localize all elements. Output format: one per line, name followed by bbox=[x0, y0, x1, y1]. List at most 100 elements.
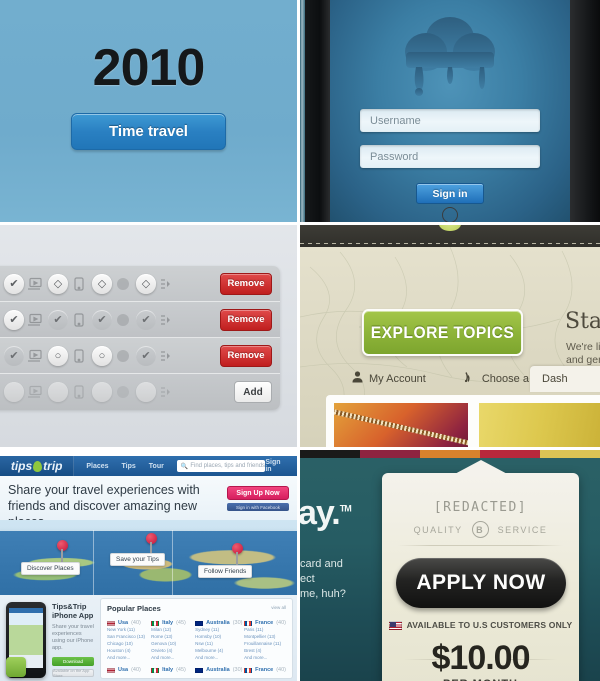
country-row[interactable]: France (40) bbox=[244, 620, 286, 626]
city-item[interactable]: San Francisco (13) bbox=[107, 634, 148, 640]
signup-button[interactable]: Sign Up Now bbox=[227, 486, 289, 500]
city-item[interactable]: Melbourne (4) bbox=[195, 648, 241, 654]
utility-links: My Account Choose a Feed bbox=[352, 371, 557, 386]
download-button[interactable]: Download bbox=[52, 657, 94, 666]
toggle-off[interactable]: ○ bbox=[92, 345, 112, 366]
toggle-on[interactable]: ✔ bbox=[4, 345, 24, 366]
nav-item-tour[interactable]: Tour bbox=[149, 463, 164, 470]
map-tag-discover[interactable]: Discover Places bbox=[21, 562, 80, 575]
city-item[interactable]: Houston (4) bbox=[107, 648, 148, 654]
country-row[interactable]: Italy (45) bbox=[151, 667, 192, 673]
add-button[interactable]: Add bbox=[234, 381, 272, 403]
city-item[interactable]: And more... bbox=[244, 655, 286, 661]
country-row[interactable]: Usa (40) bbox=[107, 620, 148, 626]
screen-icon bbox=[27, 312, 43, 328]
toggle-on[interactable]: ✔ bbox=[136, 309, 156, 330]
screen-icon bbox=[27, 276, 43, 292]
list-icon bbox=[159, 384, 175, 400]
table-row: Add bbox=[0, 374, 280, 410]
city-item[interactable]: Genova (10) bbox=[151, 641, 192, 647]
city-item[interactable]: Hornsby (10) bbox=[195, 634, 241, 640]
toggle-disabled[interactable] bbox=[4, 382, 24, 402]
toggle-disabled[interactable] bbox=[92, 382, 112, 402]
map-pin-icon bbox=[33, 460, 43, 472]
country-name: France bbox=[255, 667, 274, 673]
body-copy: card and ect me, huh? bbox=[300, 557, 346, 602]
toggle-disabled[interactable] bbox=[136, 382, 156, 402]
toggle-off[interactable]: ◇ bbox=[136, 273, 156, 294]
content-card-image[interactable] bbox=[478, 403, 600, 447]
toggle-on[interactable]: ✔ bbox=[136, 345, 156, 366]
city-item[interactable]: And more... bbox=[151, 655, 192, 661]
table-row: ✔ ✔ ✔ ✔ Remove bbox=[0, 302, 280, 338]
city-item[interactable]: And more... bbox=[195, 655, 241, 661]
trademark-mark: TM bbox=[339, 503, 352, 514]
dashboard-tab[interactable]: Dash bbox=[530, 366, 600, 392]
subtext-line-1: We're lis bbox=[566, 341, 600, 353]
panel-apply-now: ay.TM card and ect me, huh? [REDACTED] Q… bbox=[300, 450, 600, 681]
remove-button[interactable]: Remove bbox=[220, 308, 272, 331]
view-all-link[interactable]: view all bbox=[271, 605, 286, 610]
nav-links: Places Tips Tour bbox=[86, 463, 164, 470]
map-tag-follow[interactable]: Follow Friends bbox=[198, 565, 253, 578]
city-item[interactable]: Chicago (10) bbox=[107, 641, 148, 647]
explore-topics-button[interactable]: EXPLORE TOPICS bbox=[362, 309, 523, 356]
city-item[interactable]: Brest (4) bbox=[244, 648, 286, 654]
toggle-on[interactable]: ✔ bbox=[92, 309, 112, 330]
content-card-image[interactable] bbox=[334, 403, 468, 447]
country-row[interactable]: Australia (30) bbox=[195, 620, 242, 626]
logo-text-first: tips bbox=[10, 459, 33, 473]
remove-button[interactable]: Remove bbox=[220, 272, 272, 295]
list-item: Italy (45) bbox=[151, 667, 192, 673]
toggle-off[interactable]: ◇ bbox=[48, 273, 68, 294]
city-item[interactable]: Nsw (11) bbox=[195, 641, 241, 647]
country-name: France bbox=[255, 620, 274, 626]
city-item[interactable]: New York (11) bbox=[107, 627, 148, 633]
nav-item-places[interactable]: Places bbox=[86, 463, 108, 470]
city-item[interactable]: Orvieto (4) bbox=[151, 648, 192, 654]
list-icon bbox=[159, 348, 175, 364]
toggle-on[interactable]: ✔ bbox=[48, 309, 68, 330]
home-button-icon[interactable] bbox=[442, 207, 458, 222]
city-item[interactable]: And more... bbox=[107, 655, 148, 661]
city-item[interactable]: Rome (13) bbox=[151, 634, 192, 640]
quality-label: QUALITY bbox=[413, 524, 463, 535]
tipstrip-logo[interactable]: tips trip bbox=[0, 456, 75, 476]
my-account-label: My Account bbox=[369, 372, 426, 385]
remove-button[interactable]: Remove bbox=[220, 344, 272, 367]
search-input[interactable]: 🔍 Find places, tips and friends bbox=[176, 460, 266, 472]
city-item[interactable]: Montpellier (13) bbox=[244, 634, 286, 640]
toggle-on[interactable]: ✔ bbox=[4, 309, 24, 330]
toggle-off[interactable]: ◇ bbox=[92, 273, 112, 294]
site-navbar: tips trip Places Tips Tour 🔍 Find places… bbox=[0, 456, 297, 476]
toggle-on[interactable]: ✔ bbox=[4, 273, 24, 294]
city-item[interactable]: Frouillannaise (11) bbox=[244, 641, 286, 647]
city-item[interactable]: Sydney (11) bbox=[195, 627, 241, 633]
signin-button[interactable]: Sign in bbox=[416, 183, 484, 204]
time-travel-button[interactable]: Time travel bbox=[71, 113, 226, 150]
toggle-off[interactable]: ○ bbox=[48, 345, 68, 366]
flag-us-icon bbox=[107, 620, 115, 626]
country-row[interactable]: Italy (45) bbox=[151, 620, 192, 626]
facebook-signin-button[interactable]: Sign in with Facebook bbox=[227, 503, 289, 511]
country-name: Usa bbox=[118, 620, 129, 626]
city-item[interactable]: Paris (11) bbox=[244, 627, 286, 633]
signin-link[interactable]: Sign in bbox=[265, 459, 287, 473]
strip-segment bbox=[540, 450, 600, 458]
strip-segment bbox=[300, 450, 360, 458]
country-row[interactable]: Australia (30) bbox=[195, 667, 242, 673]
city-item[interactable]: Milan (12) bbox=[151, 627, 192, 633]
body-line-3: me, huh? bbox=[300, 588, 346, 600]
password-input[interactable]: Password bbox=[360, 145, 540, 168]
toggle-table: ✔ ◇ ◇ ◇ Remove ✔ ✔ ✔ ✔ Remove ✔ ○ ○ ✔ Re… bbox=[0, 266, 280, 410]
toggle-disabled[interactable] bbox=[48, 382, 68, 402]
appstore-badge[interactable]: Available on the App Store bbox=[52, 668, 94, 678]
map-tag-save[interactable]: Save your Tips bbox=[110, 553, 165, 566]
username-input[interactable]: Username bbox=[360, 109, 540, 132]
stitch-divider bbox=[300, 243, 600, 244]
nav-item-tips[interactable]: Tips bbox=[122, 463, 136, 470]
country-row[interactable]: Usa (40) bbox=[107, 667, 148, 673]
country-row[interactable]: France (40) bbox=[244, 667, 286, 673]
my-account-link[interactable]: My Account bbox=[352, 371, 426, 386]
apply-now-button[interactable]: APPLY NOW bbox=[396, 558, 566, 608]
